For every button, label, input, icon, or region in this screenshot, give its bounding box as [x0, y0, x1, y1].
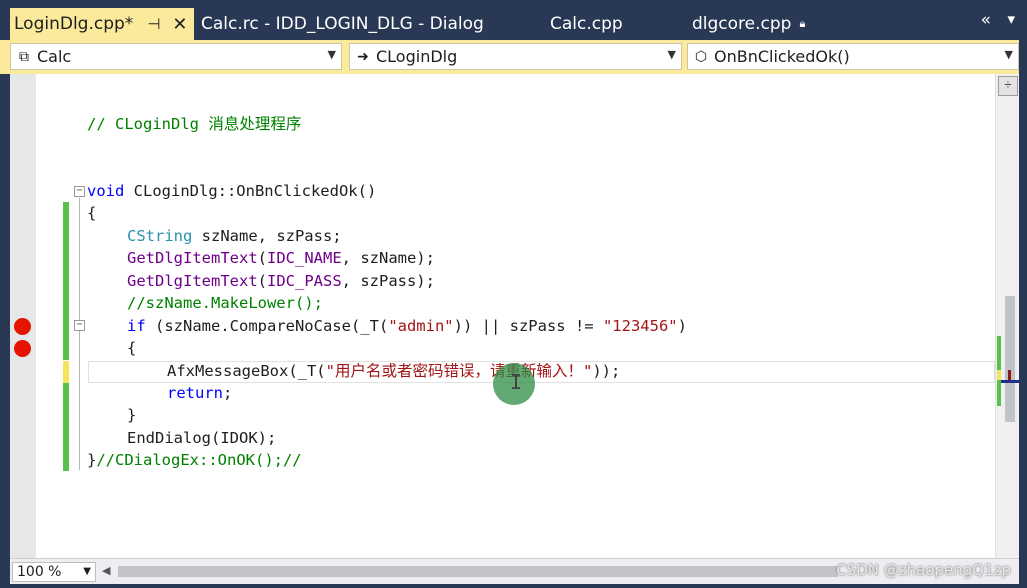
code-text: ; — [223, 384, 233, 402]
tab-dlgcore-cpp[interactable]: dlgcore.cpp 🔒︎ — [692, 8, 805, 40]
comment-text: //CDialogEx::OnOK();// — [96, 451, 302, 469]
chevron-down-icon[interactable]: ▼ — [1005, 48, 1013, 61]
code-line: }//CDialogEx::OnOK();// — [87, 449, 302, 471]
tab-overflow-icon[interactable]: « — [981, 10, 991, 30]
type-name: CString — [127, 227, 193, 245]
window-frame — [0, 74, 10, 588]
code-text: )) || szPass != — [453, 317, 603, 335]
change-overview-mark — [997, 370, 1001, 380]
code-editor[interactable]: − − // CLoginDlg 消息处理程序 void CLoginDlg::… — [10, 74, 995, 558]
change-overview-mark — [997, 380, 1001, 406]
editor-bottom-bar: 100 % ▼ ◀ CSDN @zhaopengQ1zp — [10, 558, 1019, 584]
document-tab-strip: LoginDlg.cpp* ⊣ ✕ Calc.rc - IDD_LOGIN_DL… — [0, 0, 1027, 40]
split-window-icon[interactable]: ÷ — [998, 76, 1018, 96]
tab-calc-cpp[interactable]: Calc.cpp — [550, 8, 623, 40]
code-text: , szPass); — [341, 272, 435, 290]
macro-name: IDC_PASS — [267, 272, 342, 290]
keyword: void — [87, 182, 125, 200]
arrow-right-icon: ➜ — [357, 48, 369, 65]
navigation-bar: ⧉ Calc ▼ ➜ CLoginDlg ▼ ⬡ OnBnClickedOk()… — [0, 40, 1027, 74]
close-icon[interactable]: ✕ — [172, 14, 187, 35]
comment-text: // CLoginDlg 消息处理程序 — [87, 115, 302, 133]
code-text: AfxMessageBox(_T( — [167, 362, 326, 380]
scroll-left-icon[interactable]: ◀ — [102, 564, 110, 577]
project-icon: ⧉ — [19, 48, 29, 65]
code-line: AfxMessageBox(_T("用户名或者密码错误，请重新输入！")); — [167, 360, 620, 382]
breakpoint-icon[interactable] — [14, 318, 31, 335]
code-line: { — [127, 337, 136, 359]
comment-text: //szName.MakeLower(); — [127, 294, 323, 312]
function-name: GetDlgItemText — [127, 272, 258, 290]
code-text: , szName); — [341, 249, 435, 267]
keyword: if — [127, 317, 146, 335]
outline-line — [79, 198, 80, 470]
horizontal-scroll-thumb[interactable] — [118, 566, 838, 577]
member-dropdown[interactable]: ⬡ OnBnClickedOk() ▼ — [687, 43, 1019, 70]
window-frame — [0, 584, 1027, 588]
keyword: return — [167, 384, 223, 402]
code-line: //szName.MakeLower(); — [127, 292, 323, 314]
tab-label: Calc.rc - IDD_LOGIN_DLG - Dialog — [201, 14, 484, 34]
code-text: ) — [677, 317, 687, 335]
pin-icon[interactable]: ⊣ — [147, 15, 160, 33]
vertical-scrollbar[interactable]: ÷ — [995, 74, 1019, 558]
code-text: CLoginDlg::OnBnClickedOk() — [124, 182, 377, 200]
vertical-scroll-thumb[interactable] — [1005, 296, 1015, 422]
tab-calc-rc-dialog[interactable]: Calc.rc - IDD_LOGIN_DLG - Dialog — [201, 8, 484, 40]
code-line: GetDlgItemText(IDC_PASS, szPass); — [127, 272, 435, 290]
code-text: )); — [592, 362, 621, 380]
collapse-icon[interactable]: − — [74, 320, 85, 331]
change-marker-saved — [63, 202, 69, 360]
code-line: // CLoginDlg 消息处理程序 — [87, 113, 301, 135]
code-line: GetDlgItemText(IDC_NAME, szName); — [127, 249, 435, 267]
method-icon: ⬡ — [694, 48, 708, 65]
code-text: { — [127, 339, 137, 357]
string-literal: "admin" — [388, 317, 454, 335]
change-overview-mark — [997, 336, 1001, 370]
code-text: } — [87, 451, 97, 469]
code-text: szName, szPass; — [192, 227, 342, 245]
zoom-dropdown[interactable]: 100 % ▼ — [12, 562, 96, 582]
code-text: } — [127, 406, 137, 424]
collapse-icon[interactable]: − — [74, 186, 85, 197]
window-frame — [1019, 40, 1027, 588]
lock-icon: 🔒︎ — [799, 17, 806, 30]
code-line: return; — [167, 382, 232, 404]
macro-name: IDC_NAME — [267, 249, 342, 267]
code-line: { — [87, 202, 96, 224]
class-label: CLoginDlg — [376, 47, 458, 66]
tab-label: Calc.cpp — [550, 14, 623, 34]
member-label: OnBnClickedOk() — [714, 47, 850, 66]
project-dropdown[interactable]: ⧉ Calc ▼ — [10, 43, 342, 70]
breakpoint-margin[interactable] — [10, 74, 36, 558]
code-text: (szName.CompareNoCase(_T( — [145, 317, 389, 335]
code-line: CString szName, szPass; — [127, 225, 342, 247]
code-line: if (szName.CompareNoCase(_T("admin")) ||… — [127, 315, 687, 337]
watermark: CSDN @zhaopengQ1zp — [836, 561, 1011, 579]
tab-dropdown-icon[interactable]: ▾ — [1007, 10, 1015, 28]
change-marker-unsaved — [63, 361, 69, 383]
code-text: { — [87, 204, 97, 222]
change-marker-saved — [63, 383, 69, 471]
chevron-down-icon[interactable]: ▼ — [83, 563, 91, 581]
zoom-level: 100 % — [17, 564, 62, 580]
tab-label: dlgcore.cpp — [692, 14, 792, 34]
tab-logindlg-cpp[interactable]: LoginDlg.cpp* ⊣ ✕ — [10, 8, 194, 40]
function-name: GetDlgItemText — [127, 249, 258, 267]
breakpoint-icon[interactable] — [14, 340, 31, 357]
class-dropdown[interactable]: ➜ CLoginDlg ▼ — [349, 43, 682, 70]
tab-label: LoginDlg.cpp* — [14, 14, 134, 34]
project-label: Calc — [37, 47, 72, 66]
chevron-down-icon[interactable]: ▼ — [328, 48, 336, 61]
code-line: } — [127, 404, 136, 426]
string-literal: "123456" — [602, 317, 678, 335]
ibeam-cursor-icon: I — [510, 370, 523, 394]
code-line: EndDialog(IDOK); — [127, 427, 276, 449]
caret-line-mark — [1001, 380, 1019, 383]
code-text: EndDialog(IDOK); — [127, 429, 277, 447]
string-literal: "用户名或者密码错误，请重新输入！" — [325, 362, 593, 380]
code-line: void CLoginDlg::OnBnClickedOk() — [87, 180, 376, 202]
chevron-down-icon[interactable]: ▼ — [668, 48, 676, 61]
